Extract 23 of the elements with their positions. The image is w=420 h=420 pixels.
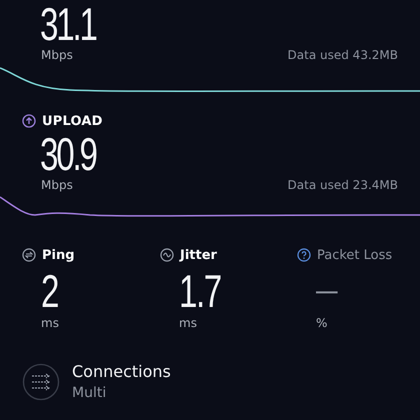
arrows-icon	[22, 248, 36, 262]
metric-value: —	[316, 273, 336, 309]
metric-label: Jitter	[180, 248, 217, 262]
metric-label: Ping	[42, 248, 75, 262]
metric-value: 2	[41, 268, 58, 314]
data-used-label: Data used 23.4MB	[288, 178, 398, 192]
connections-icon	[22, 362, 60, 400]
unit-label: %	[316, 316, 328, 330]
speed-value: 31.1	[40, 2, 96, 46]
unit-label: ms	[41, 316, 60, 330]
metric-value: 1.7	[179, 268, 221, 314]
section-title: UPLOAD	[42, 114, 103, 128]
metric-label: Packet Loss	[317, 248, 392, 262]
speed-value: 30.9	[40, 132, 96, 176]
unit-label: ms	[179, 316, 198, 330]
data-used-label: Data used 43.2MB	[288, 48, 398, 62]
upload-icon	[22, 114, 36, 128]
help-icon	[297, 248, 311, 262]
wave-icon	[160, 248, 174, 262]
connections-label: Connections	[72, 362, 171, 381]
unit-label: Mbps	[41, 178, 73, 192]
unit-label: Mbps	[41, 48, 73, 62]
connections-value: Multi	[72, 385, 108, 401]
